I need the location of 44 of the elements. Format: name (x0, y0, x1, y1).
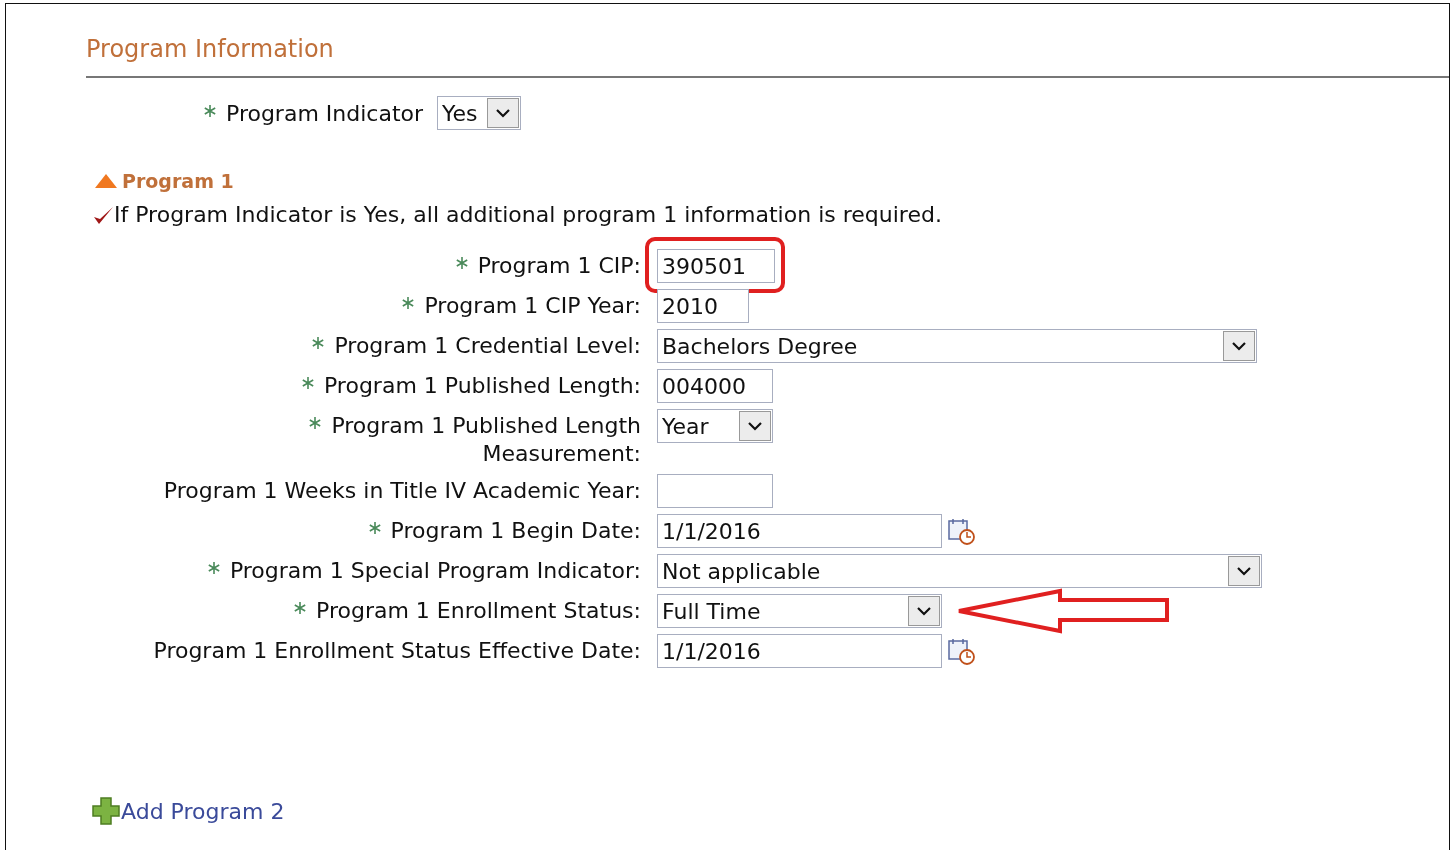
field-label: Program 1 Enrollment Status Effective Date: (153, 637, 641, 665)
field-label: Program 1 CIP: (455, 249, 641, 280)
text-field[interactable]: 390501 (657, 249, 775, 283)
chevron-down-icon (487, 98, 520, 128)
dropdown-select[interactable]: Year (657, 409, 773, 443)
field-label: Program 1 Published Length Measurement: (221, 409, 641, 468)
section-title: Program Information (86, 34, 335, 64)
dropdown-select[interactable]: Bachelors Degree (657, 329, 1257, 363)
required-asterisk-icon (204, 104, 216, 117)
field-label: Program 1 Credential Level: (312, 329, 641, 360)
field-label: Program 1 Weeks in Title IV Academic Year: (163, 477, 641, 505)
required-asterisk-icon (312, 337, 325, 349)
field-label: Program Indicator (204, 100, 424, 126)
info-text: If Program Indicator is Yes, all additional program 1 information is required. (114, 202, 942, 227)
date-field[interactable]: 1/1/2016 (657, 634, 942, 668)
text-field[interactable] (657, 474, 773, 508)
text-field[interactable]: 2010 (657, 289, 749, 323)
required-asterisk-icon (302, 377, 314, 389)
field-label: Program 1 Enrollment Status: (294, 594, 641, 625)
required-asterisk-icon (309, 417, 322, 429)
program-indicator-select[interactable]: Yes (437, 96, 522, 130)
required-asterisk-icon (368, 522, 381, 534)
field-label: Program 1 Special Program Indicator: (207, 554, 641, 585)
required-asterisk-icon (207, 562, 220, 574)
section-heading[interactable]: Program 1 (122, 170, 234, 192)
field-label: Program 1 Published Length: (302, 369, 641, 400)
required-asterisk-icon (294, 602, 307, 614)
dropdown-select[interactable]: Not applicable (657, 554, 1262, 588)
chevron-down-icon (1223, 331, 1255, 361)
required-asterisk-icon (402, 297, 415, 309)
chevron-down-icon (739, 411, 771, 441)
add-program-link[interactable]: Add Program 2 (121, 798, 285, 824)
calendar-clock-icon[interactable] (946, 516, 976, 546)
chevron-down-icon (908, 596, 940, 626)
date-field[interactable]: 1/1/2016 (657, 514, 942, 548)
plus-icon[interactable] (91, 796, 121, 826)
required-asterisk-icon (455, 257, 468, 269)
chevron-down-icon (1228, 556, 1260, 586)
triangle-up-icon[interactable] (94, 173, 118, 189)
text-field[interactable]: 004000 (657, 369, 773, 403)
field-label: Program 1 Begin Date: (368, 514, 641, 545)
dropdown-select[interactable]: Full Time (657, 594, 942, 628)
calendar-clock-icon[interactable] (946, 636, 976, 666)
field-label: Program 1 CIP Year: (402, 289, 641, 320)
